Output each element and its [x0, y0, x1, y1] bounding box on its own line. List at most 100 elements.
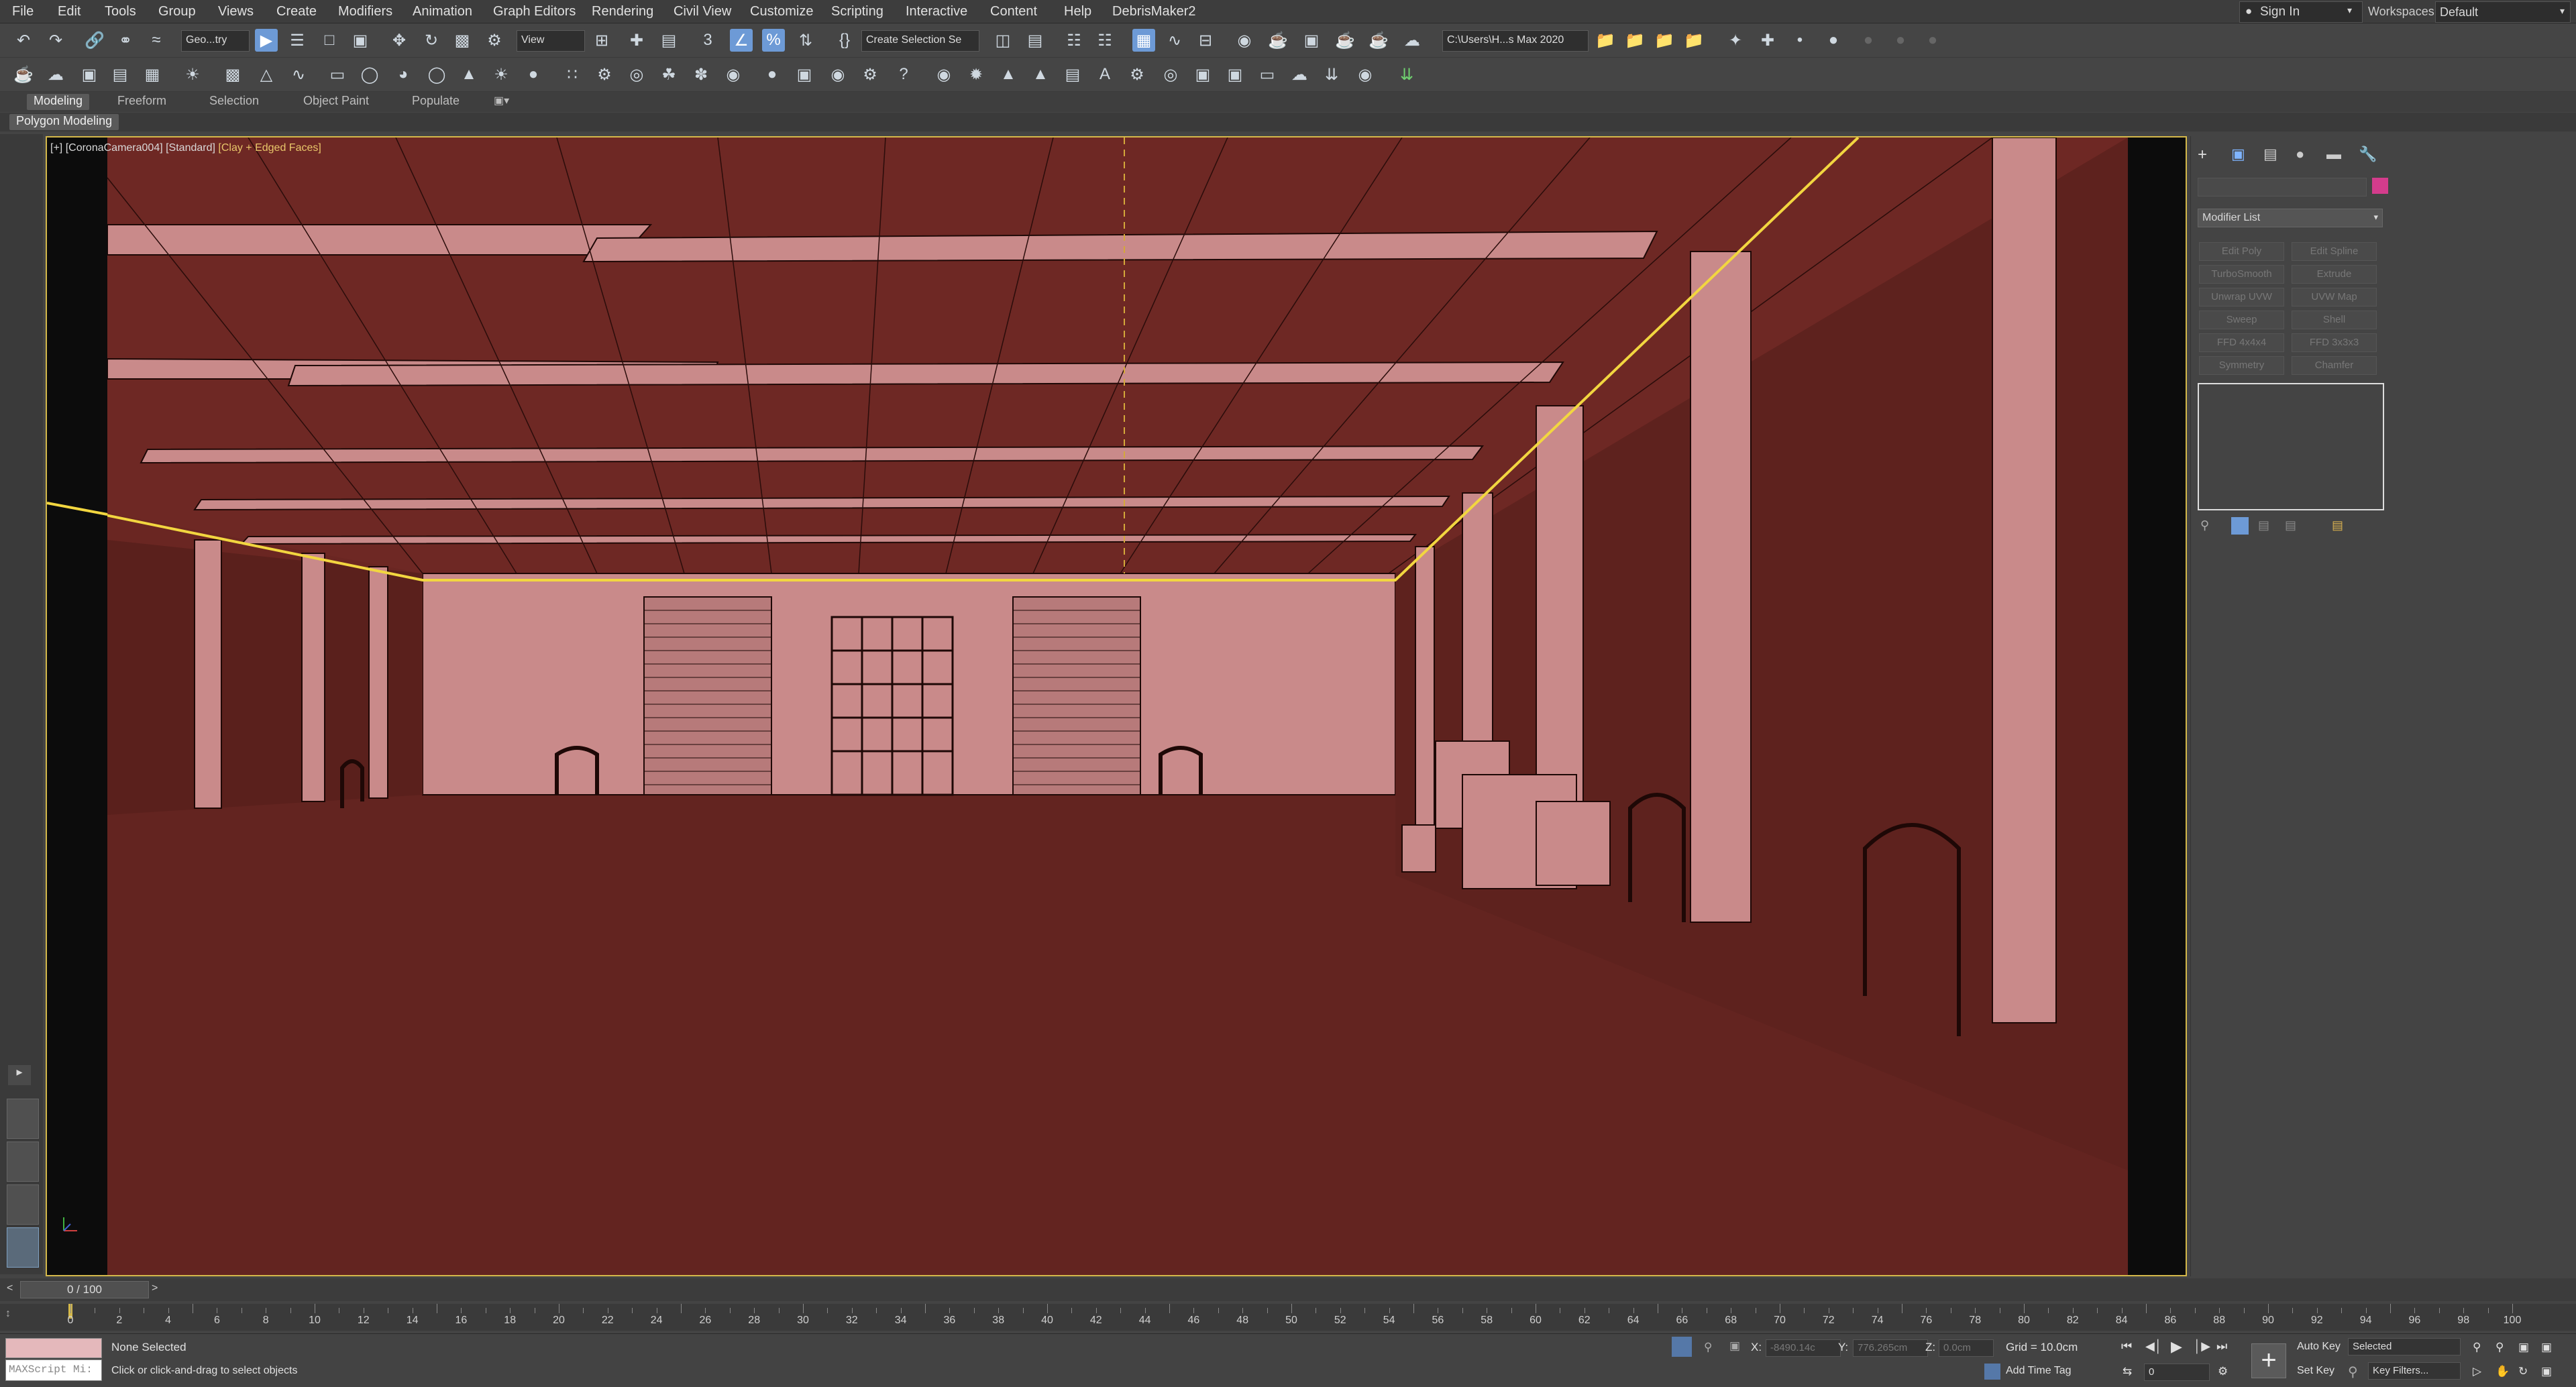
- render-setup-icon[interactable]: ☕: [1267, 29, 1289, 52]
- key-mode-icon[interactable]: ⇆: [2123, 1365, 2132, 1378]
- maximize-viewport-icon[interactable]: ▣: [2541, 1365, 2552, 1378]
- grid-icon[interactable]: ▦: [141, 63, 164, 86]
- shell-button[interactable]: Shell: [2292, 311, 2377, 329]
- text-icon[interactable]: A: [1093, 63, 1116, 86]
- menu-group[interactable]: Group: [158, 4, 196, 19]
- material-editor-icon[interactable]: ◉: [1233, 29, 1256, 52]
- wheel-icon[interactable]: ⚙: [1126, 63, 1148, 86]
- move-icon[interactable]: ✥: [388, 29, 411, 52]
- current-frame-field[interactable]: 0: [2144, 1364, 2210, 1381]
- workspace-select[interactable]: Default ▾: [2435, 1, 2571, 23]
- keyboard-shortcut-icon[interactable]: ▤: [657, 29, 680, 52]
- toggle-ribbon-icon[interactable]: ▦: [1132, 29, 1155, 52]
- material-sphere-icon[interactable]: ●: [761, 63, 784, 86]
- light-icon[interactable]: ☀: [181, 63, 204, 86]
- menu-graph-editors[interactable]: Graph Editors: [493, 4, 576, 19]
- place-icon[interactable]: ⚙: [483, 29, 506, 52]
- viewport-menu-label[interactable]: [+]: [50, 142, 62, 154]
- double-chevron-down-icon[interactable]: ⇊: [1395, 63, 1418, 86]
- maxscript-listener-output[interactable]: [5, 1338, 102, 1358]
- object-name-field[interactable]: [2198, 178, 2367, 197]
- x-coord-field[interactable]: -8490.14c: [1766, 1339, 1841, 1357]
- menu-create[interactable]: Create: [276, 4, 317, 19]
- box-icon[interactable]: ▭: [326, 63, 349, 86]
- rotate-icon[interactable]: ↻: [420, 29, 443, 52]
- align-icon[interactable]: ▤: [1024, 29, 1046, 52]
- viewport-label[interactable]: [+] [CoronaCamera004] [Standard] [Clay +…: [50, 142, 321, 154]
- cloud-icon[interactable]: ☁: [1288, 63, 1311, 86]
- open-folder-icon[interactable]: 📁: [1623, 29, 1646, 52]
- menu-file[interactable]: File: [12, 4, 34, 19]
- rendered-frame-window-icon[interactable]: ▣: [1300, 29, 1323, 52]
- goto-end-icon[interactable]: ⏭: [2216, 1339, 2227, 1353]
- circle-icon[interactable]: ●: [1857, 29, 1880, 52]
- snaps-toggle-icon[interactable]: 3: [696, 29, 719, 52]
- set-keys-icon[interactable]: +: [2251, 1343, 2286, 1378]
- mirror-icon[interactable]: ◫: [991, 29, 1014, 52]
- viewport-shading-label[interactable]: [Clay + Edged Faces]: [218, 142, 321, 154]
- target-icon[interactable]: ◎: [1159, 63, 1182, 86]
- zoom-extents-all-icon[interactable]: ▣: [2541, 1341, 2552, 1354]
- copy-icon[interactable]: ▤: [109, 63, 131, 86]
- menu-help[interactable]: Help: [1064, 4, 1091, 19]
- modifier-list-select[interactable]: Modifier List ▾: [2198, 209, 2383, 227]
- time-slider-track[interactable]: [0, 1278, 2576, 1301]
- absolute-transform-icon[interactable]: ▣: [1729, 1339, 1740, 1353]
- y-coord-field[interactable]: 776.265cm: [1853, 1339, 1928, 1357]
- time-config-icon[interactable]: ⚙: [2218, 1365, 2228, 1378]
- teapot-icon[interactable]: ☕: [12, 63, 35, 86]
- tab-selection[interactable]: Selection: [203, 94, 266, 110]
- menu-scripting[interactable]: Scripting: [831, 4, 883, 19]
- ffd-4x4x4-button[interactable]: FFD 4x4x4: [2199, 333, 2284, 352]
- sphere-icon[interactable]: ◯: [358, 63, 381, 86]
- frame-icon[interactable]: ▣: [1191, 63, 1214, 86]
- play-icon[interactable]: ▶: [2171, 1338, 2182, 1355]
- perspective-viewport[interactable]: [46, 136, 2187, 1276]
- modifier-stack[interactable]: [2198, 383, 2384, 510]
- sky-icon[interactable]: ●: [522, 63, 545, 86]
- scene-icon[interactable]: ◉: [722, 63, 745, 86]
- material-library-icon[interactable]: ◉: [826, 63, 849, 86]
- chamfer-button[interactable]: Chamfer: [2292, 356, 2377, 375]
- select-manipulate-icon[interactable]: ✚: [625, 29, 648, 52]
- shapes-icon[interactable]: ☁: [44, 63, 67, 86]
- window-crossing-icon[interactable]: ▣: [349, 29, 372, 52]
- pan-icon[interactable]: ✋: [2496, 1365, 2510, 1378]
- tab-modeling[interactable]: Modeling: [27, 94, 90, 110]
- configure-modifier-sets-icon[interactable]: ▤: [2332, 518, 2343, 533]
- time-slider-next-icon[interactable]: >: [152, 1282, 158, 1294]
- plant-icon[interactable]: ☘: [657, 63, 680, 86]
- archive-folder-icon[interactable]: 📁: [1682, 29, 1705, 52]
- spinner-snap-icon[interactable]: ⇅: [794, 29, 817, 52]
- tab-freeform[interactable]: Freeform: [111, 94, 173, 110]
- viewport-camera-label[interactable]: [CoronaCamera004]: [66, 142, 163, 154]
- render-in-cloud-icon[interactable]: ☁: [1401, 29, 1424, 52]
- lock-selection-icon[interactable]: ⚲: [1704, 1341, 1712, 1354]
- symmetry-button[interactable]: Symmetry: [2199, 356, 2284, 375]
- hierarchy-tab-icon[interactable]: ▤: [2263, 146, 2277, 163]
- layout-tab-4[interactable]: [7, 1227, 39, 1268]
- motion-tab-icon[interactable]: ●: [2296, 146, 2304, 163]
- torus-icon[interactable]: ◯: [425, 63, 448, 86]
- track-bar-toggle-icon[interactable]: ↕: [5, 1308, 11, 1320]
- time-slider-prev-icon[interactable]: <: [7, 1282, 13, 1294]
- render-region-icon[interactable]: ▣: [793, 63, 816, 86]
- viewport-mode-label[interactable]: [Standard]: [166, 142, 215, 154]
- menu-content[interactable]: Content: [990, 4, 1037, 19]
- trees-icon[interactable]: ▲: [997, 63, 1020, 86]
- create-tab-icon[interactable]: +: [2198, 146, 2207, 164]
- expand-arrow-icon[interactable]: ▸: [8, 1065, 31, 1085]
- dot-icon[interactable]: ●: [1822, 29, 1845, 52]
- layout-tab-2[interactable]: [7, 1142, 39, 1182]
- named-selection-set-select[interactable]: Create Selection Se: [861, 30, 979, 52]
- schematic-view-icon[interactable]: ⊟: [1194, 29, 1217, 52]
- selection-filter-select[interactable]: Geo...try: [181, 30, 250, 52]
- set-key-button[interactable]: Set Key: [2297, 1365, 2334, 1377]
- sweep-button[interactable]: Sweep: [2199, 311, 2284, 329]
- ffd-3x3x3-button[interactable]: FFD 3x3x3: [2292, 333, 2377, 352]
- corona-tools-icon[interactable]: ✚: [1756, 29, 1779, 52]
- fov-icon[interactable]: ▷: [2473, 1365, 2481, 1378]
- dome-icon[interactable]: ◕: [392, 63, 415, 86]
- scatter-icon[interactable]: ∷: [561, 63, 584, 86]
- zoom-all-icon[interactable]: ⚲: [2496, 1341, 2504, 1354]
